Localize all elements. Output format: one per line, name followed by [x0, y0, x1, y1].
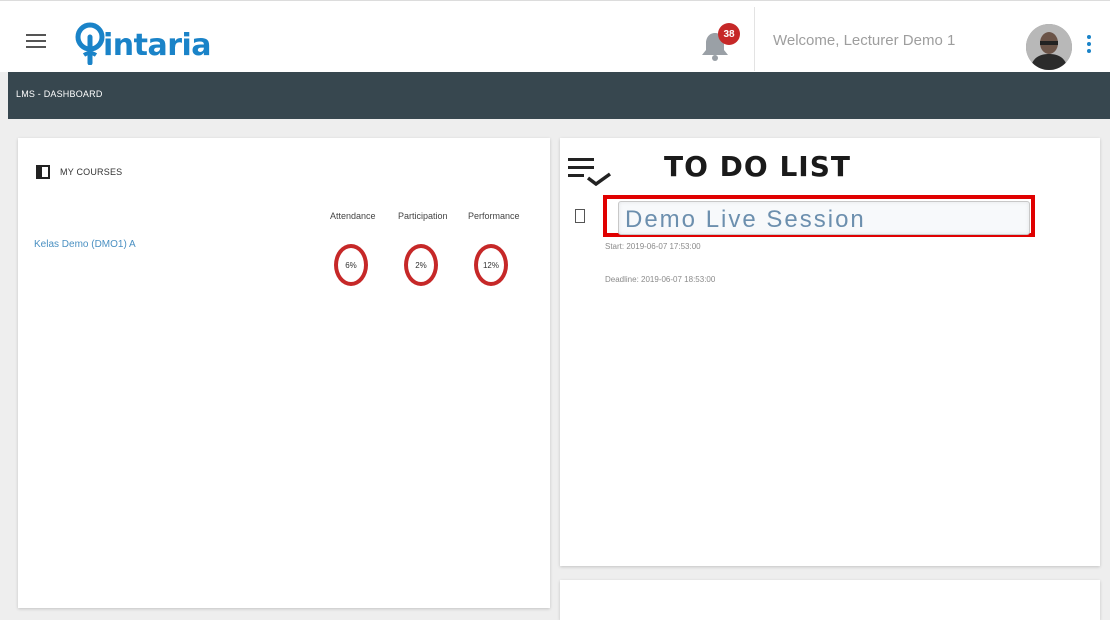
user-avatar[interactable] — [1026, 24, 1072, 70]
notification-badge[interactable]: 38 — [718, 23, 740, 45]
checklist-icon — [568, 158, 612, 186]
todo-list-card: TO DO LIST Demo Live Session Start: 2019… — [560, 138, 1100, 566]
performance-gauge: 12% — [474, 244, 508, 286]
breadcrumb-bar: LMS - DASHBOARD — [8, 72, 1110, 119]
todo-start-time: Start: 2019-06-07 17:53:00 — [605, 242, 701, 251]
logo-mark-icon — [75, 22, 105, 65]
brand-logo[interactable]: intaria — [73, 21, 212, 65]
welcome-text: Welcome, Lecturer Demo 1 — [773, 32, 956, 49]
course-link[interactable]: Kelas Demo (DMO1) A — [34, 239, 136, 250]
my-courses-card: MY COURSES Attendance Participation Perf… — [18, 138, 550, 608]
todo-checkbox[interactable] — [575, 209, 585, 223]
attendance-gauge: 6% — [334, 244, 368, 286]
my-courses-header: MY COURSES — [36, 165, 122, 179]
performance-column-label: Performance — [468, 211, 520, 221]
top-bar: intaria 38 Welcome, Lecturer Demo 1 — [0, 0, 1110, 72]
menu-icon[interactable] — [26, 34, 46, 48]
todo-item-title[interactable]: Demo Live Session — [625, 206, 866, 234]
book-icon — [36, 165, 50, 179]
breadcrumb[interactable]: LMS - DASHBOARD — [16, 89, 103, 99]
more-options-icon[interactable] — [1086, 35, 1092, 55]
secondary-card — [560, 580, 1100, 620]
todo-list-title: TO DO LIST — [664, 150, 851, 183]
todo-deadline: Deadline: 2019-06-07 18:53:00 — [605, 275, 716, 284]
my-courses-title: MY COURSES — [60, 167, 123, 177]
attendance-column-label: Attendance — [330, 211, 376, 221]
participation-gauge: 2% — [404, 244, 438, 286]
header-divider — [754, 7, 755, 71]
todo-item[interactable]: Demo Live Session — [618, 201, 1030, 235]
logo-text: intaria — [103, 28, 212, 63]
participation-column-label: Participation — [398, 211, 448, 221]
